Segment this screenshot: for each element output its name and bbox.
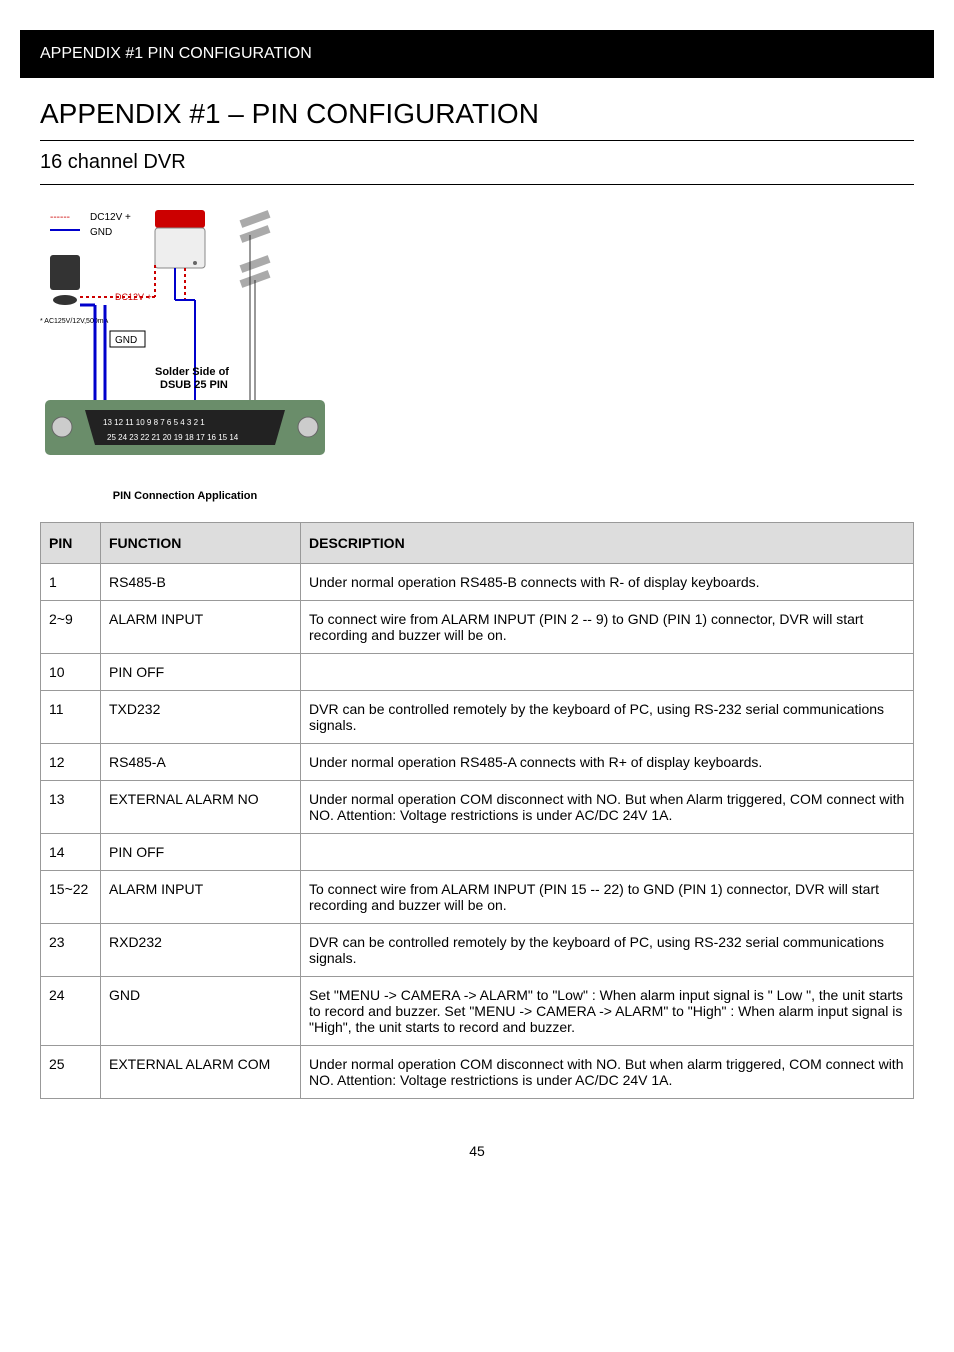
dsub-pins-top: 13 12 11 10 9 8 7 6 5 4 3 2 1 [103, 418, 205, 427]
table-row: 25 EXTERNAL ALARM COM Under normal opera… [41, 1046, 914, 1099]
table-row: 14 PIN OFF [41, 834, 914, 871]
table-row: 13 EXTERNAL ALARM NO Under normal operat… [41, 781, 914, 834]
cell-function: RXD232 [101, 924, 301, 977]
cell-function: TXD232 [101, 691, 301, 744]
cell-function: ALARM INPUT [101, 601, 301, 654]
siren-screw-icon [193, 261, 197, 265]
cell-description: To connect wire from ALARM INPUT (PIN 15… [301, 871, 914, 924]
cell-description [301, 654, 914, 691]
adapter-icon [50, 255, 80, 290]
header-title: APPENDIX #1 PIN CONFIGURATION [40, 45, 914, 63]
sensor3-icon [240, 255, 271, 273]
table-row: 15~22 ALARM INPUT To connect wire from A… [41, 871, 914, 924]
cell-pin: 23 [41, 924, 101, 977]
cell-description: Set "MENU -> CAMERA -> ALARM" to "Low" :… [301, 977, 914, 1046]
cell-pin: 2~9 [41, 601, 101, 654]
cell-pin: 24 [41, 977, 101, 1046]
pin-configuration-table: PIN FUNCTION DESCRIPTION 1 RS485-B Under… [40, 522, 914, 1099]
cell-pin: 25 [41, 1046, 101, 1099]
cell-function: ALARM INPUT [101, 871, 301, 924]
sensor2-icon [240, 225, 271, 243]
content-area: APPENDIX #1 – PIN CONFIGURATION 16 chann… [0, 78, 954, 1119]
siren-body-icon [155, 228, 205, 268]
th-pin: PIN [41, 523, 101, 564]
legend-gnd-text: GND [90, 227, 112, 238]
cell-pin: 11 [41, 691, 101, 744]
page-number: 45 [469, 1143, 485, 1159]
dsub-screw-right-icon [298, 417, 318, 437]
cell-description: DVR can be controlled remotely by the ke… [301, 691, 914, 744]
cell-function: RS485-A [101, 744, 301, 781]
cell-description: Under normal operation RS485-B connects … [301, 564, 914, 601]
cell-pin: 10 [41, 654, 101, 691]
table-row: 10 PIN OFF [41, 654, 914, 691]
cell-description: Under normal operation COM disconnect wi… [301, 781, 914, 834]
legend-dots: ------ [50, 212, 70, 223]
solder-text-1: Solder Side of [155, 366, 229, 378]
pin-diagram: ------ DC12V + GND * AC125V/12V,500mA DC… [40, 205, 330, 502]
header-bar: APPENDIX #1 PIN CONFIGURATION [20, 30, 934, 78]
cell-function: GND [101, 977, 301, 1046]
adapter-label: * AC125V/12V,500mA [40, 318, 109, 325]
divider-bottom [40, 184, 914, 185]
siren-top-icon [155, 210, 205, 228]
table-row: 1 RS485-B Under normal operation RS485-B… [41, 564, 914, 601]
cell-description: DVR can be controlled remotely by the ke… [301, 924, 914, 977]
th-description: DESCRIPTION [301, 523, 914, 564]
sensor1-icon [240, 210, 271, 228]
table-row: 12 RS485-A Under normal operation RS485-… [41, 744, 914, 781]
cell-description [301, 834, 914, 871]
cell-description: Under normal operation COM disconnect wi… [301, 1046, 914, 1099]
cell-function: EXTERNAL ALARM COM [101, 1046, 301, 1099]
cell-function: PIN OFF [101, 834, 301, 871]
cell-pin: 13 [41, 781, 101, 834]
dsub-pins-bottom: 25 24 23 22 21 20 19 18 17 16 15 14 [107, 433, 239, 442]
gnd-box-label: GND [115, 335, 137, 346]
cell-description: Under normal operation RS485-A connects … [301, 744, 914, 781]
table-row: 11 TXD232 DVR can be controlled remotely… [41, 691, 914, 744]
solder-text-2: DSUB 25 PIN [160, 379, 228, 391]
dsub-screw-left-icon [52, 417, 72, 437]
table-row: 23 RXD232 DVR can be controlled remotely… [41, 924, 914, 977]
th-function: FUNCTION [101, 523, 301, 564]
cell-pin: 12 [41, 744, 101, 781]
cell-pin: 15~22 [41, 871, 101, 924]
diagram-caption: PIN Connection Application [40, 490, 330, 502]
cell-pin: 1 [41, 564, 101, 601]
appendix-title: APPENDIX #1 – PIN CONFIGURATION [40, 98, 914, 130]
adapter-plug-icon [53, 295, 77, 305]
cell-function: EXTERNAL ALARM NO [101, 781, 301, 834]
legend-dc12v-text: DC12V + [90, 212, 131, 223]
section-title: 16 channel DVR [40, 141, 914, 184]
table-row: 2~9 ALARM INPUT To connect wire from ALA… [41, 601, 914, 654]
table-row: 24 GND Set "MENU -> CAMERA -> ALARM" to … [41, 977, 914, 1046]
cell-description: To connect wire from ALARM INPUT (PIN 2 … [301, 601, 914, 654]
cell-function: RS485-B [101, 564, 301, 601]
cell-pin: 14 [41, 834, 101, 871]
cell-function: PIN OFF [101, 654, 301, 691]
connection-diagram-svg: ------ DC12V + GND * AC125V/12V,500mA DC… [40, 205, 330, 480]
